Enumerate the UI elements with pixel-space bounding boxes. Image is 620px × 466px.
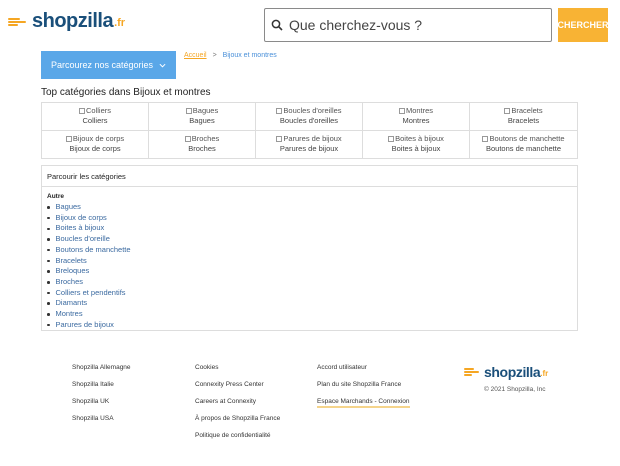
- category-tile-label: Boucles d'oreilles: [279, 116, 339, 126]
- chevron-down-icon: [159, 63, 166, 68]
- category-tile-label: Broches: [188, 144, 216, 154]
- category-link[interactable]: Colliers et pendentifs: [47, 288, 577, 299]
- category-link[interactable]: Diamants: [47, 298, 577, 309]
- footer-logo-tld: .fr: [540, 368, 549, 378]
- category-group-heading: Autre: [47, 193, 64, 200]
- category-tile-label: Colliers: [82, 116, 108, 126]
- footer-link[interactable]: Politique de confidentialité: [195, 432, 280, 449]
- top-categories-grid: Colliers Colliers Bagues Bagues Boucles d'…: [41, 102, 578, 159]
- footer-link[interactable]: Plan du site Shopzilla France: [317, 381, 410, 398]
- footer-column-legal: Accord utilisateur Plan du site Shopzill…: [317, 364, 410, 415]
- category-link[interactable]: Boutons de manchette: [47, 245, 577, 256]
- category-tile[interactable]: Boutons de manchette Boutons de manchette: [470, 131, 577, 159]
- logo-word: shopzilla: [32, 10, 114, 32]
- category-tile[interactable]: Parures de bijoux Parures de bijoux: [256, 130, 363, 158]
- category-list: Bagues Bijoux de corps Boites à bijoux B…: [47, 202, 577, 330]
- category-link[interactable]: Boites à bijoux: [47, 223, 577, 234]
- category-tile[interactable]: Bracelets Bracelets: [470, 103, 577, 131]
- browse-categories-label: Parcourez nos catégories: [50, 60, 154, 70]
- broken-image-icon: Broches: [184, 134, 219, 144]
- footer-link[interactable]: Shopzilla Allemagne: [72, 364, 131, 381]
- category-link[interactable]: Broches: [47, 277, 577, 288]
- broken-image-icon: Boutons de manchette: [482, 134, 565, 144]
- search-icon: [271, 19, 283, 31]
- category-link[interactable]: Breloques: [47, 266, 577, 277]
- search-input[interactable]: [289, 17, 539, 33]
- footer-link[interactable]: Careers at Connexity: [195, 398, 280, 415]
- category-tile-label: Bagues: [189, 116, 215, 126]
- footer-column-countries: Shopzilla Allemagne Shopzilla Italie Sho…: [72, 364, 131, 432]
- category-tile[interactable]: Boites à bijoux Boites à bijoux: [363, 130, 470, 158]
- broken-image-icon: Colliers: [78, 106, 111, 116]
- browse-categories-title: Parcourir les catégories: [42, 166, 577, 187]
- merchant-login-link[interactable]: Espace Marchands - Connexion: [317, 398, 410, 408]
- broken-image-icon: Bijoux de corps: [65, 134, 124, 144]
- footer-link[interactable]: Shopzilla UK: [72, 398, 131, 415]
- breadcrumb: Accueil > Bijoux et montres: [184, 52, 277, 59]
- browse-categories-panel: Parcourir les catégories Autre Bagues Bi…: [41, 165, 578, 331]
- footer-column-company: Cookies Connexity Press Center Careers a…: [195, 364, 280, 449]
- category-tile[interactable]: Broches Broches: [149, 130, 256, 158]
- footer-link[interactable]: Cookies: [195, 364, 280, 381]
- footer-link[interactable]: Shopzilla USA: [72, 415, 131, 432]
- search-button[interactable]: CHERCHER: [558, 8, 609, 42]
- category-tile-label: Boutons de manchette: [485, 144, 562, 154]
- breadcrumb-current[interactable]: Bijoux et montres: [223, 52, 277, 59]
- breadcrumb-home-link[interactable]: Accueil: [184, 52, 207, 59]
- footer-shopzilla-logo[interactable]: shopzilla .fr: [464, 364, 548, 380]
- category-tile[interactable]: Boucles d'oreilles Boucles d'oreilles: [256, 103, 363, 131]
- category-tile-label: Bracelets: [507, 116, 540, 126]
- shopzilla-logo[interactable]: shopzilla .fr: [8, 10, 125, 33]
- footer-link[interactable]: À propos de Shopzilla France: [195, 415, 280, 432]
- category-tile-label: Parures de bijoux: [279, 144, 339, 154]
- search-box[interactable]: [264, 8, 552, 42]
- category-tile[interactable]: Colliers Colliers: [42, 103, 149, 131]
- broken-image-icon: Parures de bijoux: [276, 134, 342, 144]
- broken-image-icon: Boucles d'oreilles: [276, 106, 342, 116]
- footer-link[interactable]: Connexity Press Center: [195, 381, 280, 398]
- top-categories-title: Top catégories dans Bijoux et montres: [41, 87, 211, 98]
- broken-image-icon: Bracelets: [504, 106, 543, 116]
- footer-logo-word: shopzilla: [484, 364, 541, 380]
- footer-link[interactable]: Shopzilla Italie: [72, 381, 131, 398]
- speed-lines-icon: [8, 16, 30, 28]
- breadcrumb-separator: >: [212, 52, 217, 59]
- footer-link[interactable]: Accord utilisateur: [317, 364, 410, 381]
- speed-lines-icon: [464, 367, 482, 377]
- browse-categories-button[interactable]: Parcourez nos catégories: [41, 51, 176, 79]
- category-tile[interactable]: Montres Montres: [363, 103, 470, 131]
- category-tile-label: Bijoux de corps: [69, 144, 121, 154]
- broken-image-icon: Boites à bijoux: [388, 134, 444, 144]
- broken-image-icon: Bagues: [185, 106, 218, 116]
- category-tile-label: Boites à bijoux: [391, 144, 441, 154]
- broken-image-icon: Montres: [398, 106, 433, 116]
- category-link[interactable]: Boucles d'oreille: [47, 234, 577, 245]
- category-link[interactable]: Montres: [47, 309, 577, 320]
- copyright-text: © 2021 Shopzilla, Inc: [484, 386, 546, 393]
- category-tile-label: Montres: [402, 116, 430, 126]
- category-link[interactable]: Bijoux de corps: [47, 213, 577, 224]
- category-link[interactable]: Bracelets: [47, 256, 577, 267]
- logo-tld: .fr: [114, 17, 126, 29]
- category-tile[interactable]: Bijoux de corps Bijoux de corps: [42, 130, 149, 158]
- category-link[interactable]: Parures de bijoux: [47, 320, 577, 331]
- category-link[interactable]: Bagues: [47, 202, 577, 213]
- category-tile[interactable]: Bagues Bagues: [149, 103, 256, 131]
